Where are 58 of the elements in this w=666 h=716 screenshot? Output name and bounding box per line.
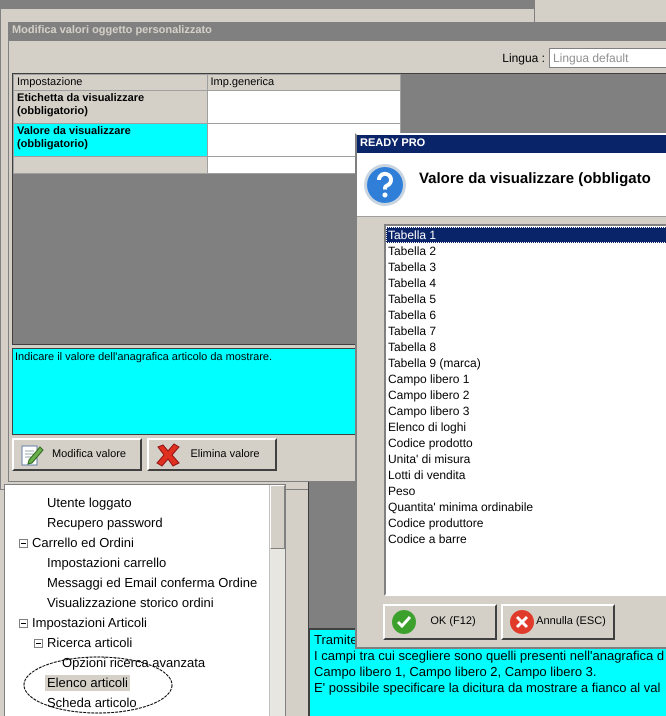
ok-button[interactable]: OK (F12) xyxy=(383,604,497,640)
list-item[interactable]: Tabella 3 xyxy=(386,259,666,275)
collapse-icon[interactable] xyxy=(19,618,28,628)
list-item[interactable]: Elenco di loghi xyxy=(386,419,666,435)
column-header[interactable]: Imp.generica xyxy=(207,74,400,91)
list-item[interactable]: Tabella 6 xyxy=(386,307,666,323)
help-text: I campi tra cui scegliere sono quelli presenti nell'anagrafica d xyxy=(314,648,662,664)
list-item[interactable]: Codice a barre xyxy=(386,531,666,547)
list-item[interactable]: Quantita' minima ordinabile xyxy=(386,499,666,515)
tree-item[interactable]: Visualizzazione storico ordini xyxy=(45,595,216,611)
cancel-button[interactable]: Annulla (ESC) xyxy=(501,604,615,640)
pencil-icon xyxy=(20,442,44,466)
value-cell[interactable] xyxy=(207,90,400,124)
help-text: Campo libero 1, Campo libero 2, Campo libero 3. xyxy=(314,664,598,680)
help-text: E' possibile specificare la dicitura da mostrare a fianco al val xyxy=(314,680,662,696)
scrollbar[interactable] xyxy=(269,485,285,716)
question-icon xyxy=(363,163,407,207)
edit-button[interactable]: Modifica valore xyxy=(12,438,142,471)
collapse-icon[interactable] xyxy=(19,538,28,548)
tree-item[interactable]: Messaggi ed Email conferma Ordine xyxy=(45,575,260,591)
list-item[interactable]: Codice prodotto xyxy=(386,435,666,451)
setting-cell[interactable]: Etichetta da visualizzare (obbligatorio) xyxy=(14,90,207,124)
collapse-icon[interactable] xyxy=(34,638,43,648)
window-title: READY PRO xyxy=(357,135,666,153)
list-item[interactable]: Campo libero 1 xyxy=(386,371,666,387)
list-item[interactable]: Codice produttore xyxy=(386,515,666,531)
delete-button[interactable]: Elimina valore xyxy=(147,438,277,471)
list-item[interactable]: Tabella 5 xyxy=(386,291,666,307)
list-item[interactable]: Tabella 2 xyxy=(386,243,666,259)
list-item[interactable]: Tabella 1 xyxy=(386,227,666,243)
tree-item[interactable]: Ricerca articoli xyxy=(45,635,134,651)
tree-item[interactable]: Recupero password xyxy=(45,515,165,531)
window-title: Modifica valori oggetto personalizzato xyxy=(9,23,666,41)
list-item[interactable]: Unita' di misura xyxy=(386,451,666,467)
delete-icon xyxy=(155,442,181,466)
language-field[interactable]: Lingua default xyxy=(549,48,666,68)
tree-item[interactable]: Impostazioni carrello xyxy=(45,555,168,571)
list-item[interactable]: Tabella 4 xyxy=(386,275,666,291)
list-item[interactable]: Campo libero 3 xyxy=(386,403,666,419)
tree-item[interactable]: Opzioni ricerca avanzata xyxy=(60,655,208,671)
cancel-icon xyxy=(509,609,535,635)
tree-item[interactable]: Scheda articolo xyxy=(45,695,139,711)
list-item[interactable]: Peso xyxy=(386,483,666,499)
column-header[interactable]: Impostazione xyxy=(14,74,207,91)
tree-item[interactable]: Utente loggato xyxy=(45,495,134,511)
option-list[interactable] xyxy=(384,224,666,596)
dialog-heading: Valore da visualizzare (obbligato xyxy=(419,169,651,188)
tree-item[interactable]: Carrello ed Ordini xyxy=(30,535,136,551)
list-item[interactable]: Tabella 9 (marca) xyxy=(386,355,666,371)
list-item[interactable]: Tabella 7 xyxy=(386,323,666,339)
checkmark-icon xyxy=(391,609,417,635)
setting-cell[interactable] xyxy=(14,156,207,174)
setting-cell[interactable]: Valore da visualizzare (obbligatorio) xyxy=(14,124,207,157)
list-item[interactable]: Campo libero 2 xyxy=(386,387,666,403)
tree-item[interactable]: Elenco articoli xyxy=(45,675,130,691)
list-item[interactable]: Lotti di vendita xyxy=(386,467,666,483)
field-label: Lingua : xyxy=(502,50,545,66)
tree-item[interactable]: Impostazioni Articoli xyxy=(30,615,149,631)
